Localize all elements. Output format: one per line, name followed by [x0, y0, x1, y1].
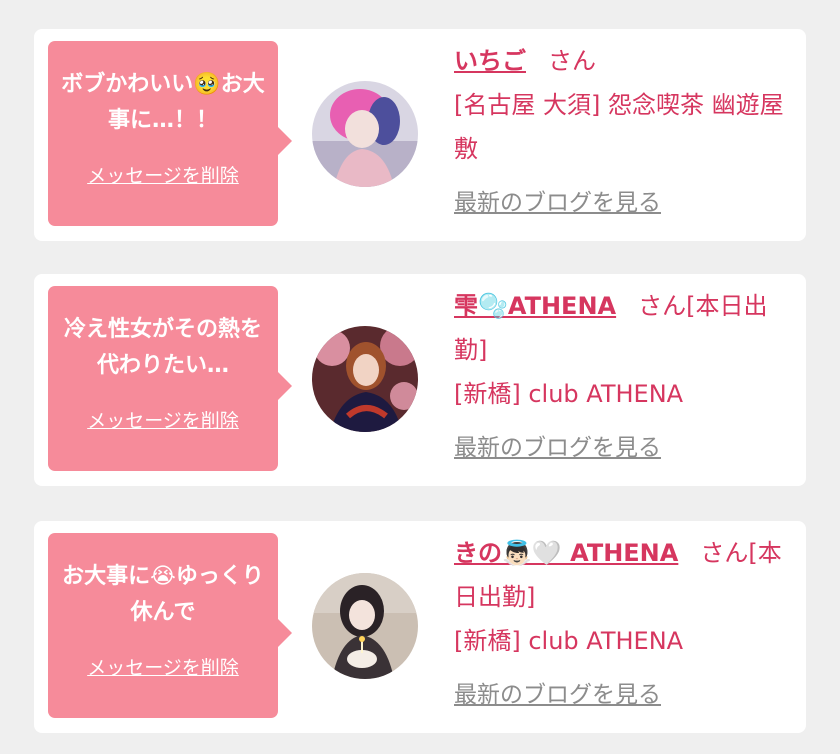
message-text: お大事に😭ゆっくり休んで — [62, 564, 264, 625]
message-text: ボブかわいい🥹お大事に…！！ — [61, 72, 265, 133]
shop-label: [新橋] club ATHENA — [454, 380, 684, 408]
avatar[interactable] — [312, 81, 418, 187]
delete-message-link[interactable]: メッセージを削除 — [87, 653, 239, 680]
cast-name-link[interactable]: きの👼🏻🤍 ATHENA — [454, 539, 678, 567]
avatar[interactable] — [312, 326, 418, 432]
cast-info: いちご さん [名古屋 大須] 怨念喫茶 幽遊屋敷 最新のブログを見る — [454, 39, 800, 225]
delete-message-link[interactable]: メッセージを削除 — [87, 406, 239, 433]
cast-name-link[interactable]: 雫🫧ATHENA — [454, 292, 616, 320]
message-bubble: お大事に😭ゆっくり休んで メッセージを削除 — [48, 533, 292, 718]
name-suffix: さん — [548, 47, 596, 75]
cast-name-link[interactable]: いちご — [454, 47, 526, 75]
message-bubble: 冷え性女がその熱を代わりたい… メッセージを削除 — [48, 286, 292, 471]
shop-label: [名古屋 大須] 怨念喫茶 幽遊屋敷 — [454, 91, 784, 163]
message-card: ボブかわいい🥹お大事に…！！ メッセージを削除 いちご さん [名古屋 大須] 怨… — [34, 29, 806, 241]
delete-message-link[interactable]: メッセージを削除 — [87, 161, 239, 188]
message-card: 冷え性女がその熱を代わりたい… メッセージを削除 雫🫧ATHENA さん[本日出勤… — [34, 274, 806, 486]
shop-label: [新橋] club ATHENA — [454, 627, 684, 655]
latest-blog-link[interactable]: 最新のブログを見る — [454, 426, 661, 470]
message-card: お大事に😭ゆっくり休んで メッセージを削除 きの👼🏻🤍 ATHENA さん[本日出… — [34, 521, 806, 733]
latest-blog-link[interactable]: 最新のブログを見る — [454, 181, 661, 225]
message-list: ボブかわいい🥹お大事に…！！ メッセージを削除 いちご さん [名古屋 大須] 怨… — [0, 0, 840, 754]
cast-info: きの👼🏻🤍 ATHENA さん[本日出勤] [新橋] club ATHENA 最新… — [454, 531, 800, 717]
cast-info: 雫🫧ATHENA さん[本日出勤] [新橋] club ATHENA 最新のブログ… — [454, 284, 800, 470]
latest-blog-link[interactable]: 最新のブログを見る — [454, 673, 661, 717]
message-bubble: ボブかわいい🥹お大事に…！！ メッセージを削除 — [48, 41, 292, 226]
avatar[interactable] — [312, 573, 418, 679]
message-text: 冷え性女がその熱を代わりたい… — [63, 317, 262, 378]
